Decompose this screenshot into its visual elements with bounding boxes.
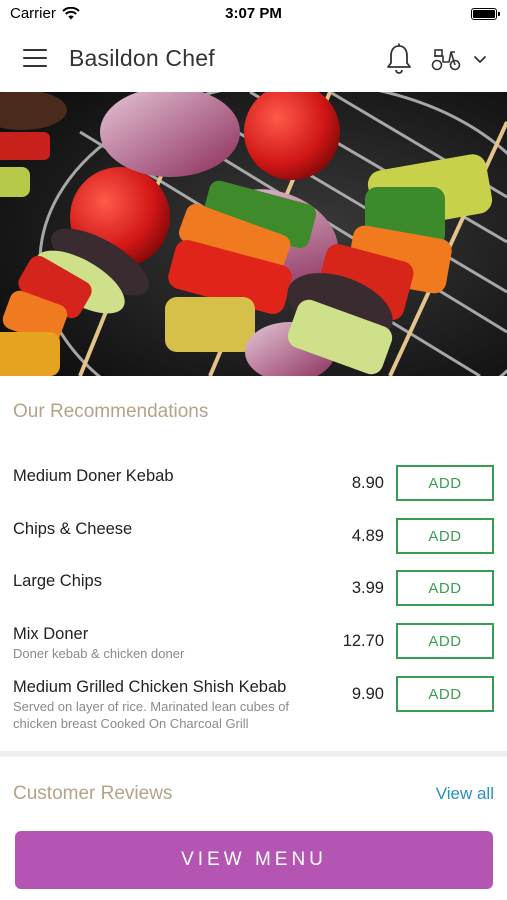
add-button[interactable]: ADD bbox=[396, 465, 494, 501]
item-name: Large Chips bbox=[13, 572, 102, 590]
menu-icon[interactable] bbox=[23, 49, 47, 69]
page-title: Basildon Chef bbox=[69, 45, 215, 71]
status-time: 3:07 PM bbox=[225, 5, 282, 22]
reviews-title: Customer Reviews bbox=[13, 783, 173, 804]
add-button[interactable]: ADD bbox=[396, 570, 494, 606]
item-description: Doner kebab & chicken doner bbox=[13, 646, 185, 661]
recommendations-title: Our Recommendations bbox=[13, 401, 209, 422]
app-header: Basildon Chef bbox=[0, 28, 507, 92]
view-all-link[interactable]: View all bbox=[436, 784, 494, 804]
hero-image bbox=[0, 92, 507, 376]
add-button[interactable]: ADD bbox=[396, 676, 494, 712]
status-bar: Carrier 3:07 PM bbox=[0, 0, 507, 28]
item-name: Medium Doner Kebab bbox=[13, 467, 174, 485]
section-divider bbox=[0, 751, 507, 757]
item-price: 9.90 bbox=[351, 685, 384, 703]
chevron-down-icon[interactable] bbox=[472, 52, 488, 66]
battery-icon bbox=[471, 8, 500, 20]
add-button[interactable]: ADD bbox=[396, 518, 494, 554]
add-button[interactable]: ADD bbox=[396, 623, 494, 659]
kebab-skewers-image bbox=[0, 92, 507, 376]
view-menu-button[interactable]: VIEW MENU bbox=[15, 831, 493, 889]
item-name: Medium Grilled Chicken Shish Kebab bbox=[13, 678, 287, 696]
bell-icon[interactable] bbox=[384, 42, 414, 76]
scooter-icon[interactable] bbox=[430, 46, 462, 72]
item-price: 3.99 bbox=[351, 579, 384, 597]
item-price: 8.90 bbox=[351, 474, 384, 492]
item-description: Served on layer of rice. Marinated lean … bbox=[13, 699, 290, 731]
item-price: 4.89 bbox=[351, 527, 384, 545]
item-name: Mix Doner bbox=[13, 625, 89, 643]
item-price: 12.70 bbox=[342, 632, 384, 650]
item-name: Chips & Cheese bbox=[13, 520, 133, 538]
